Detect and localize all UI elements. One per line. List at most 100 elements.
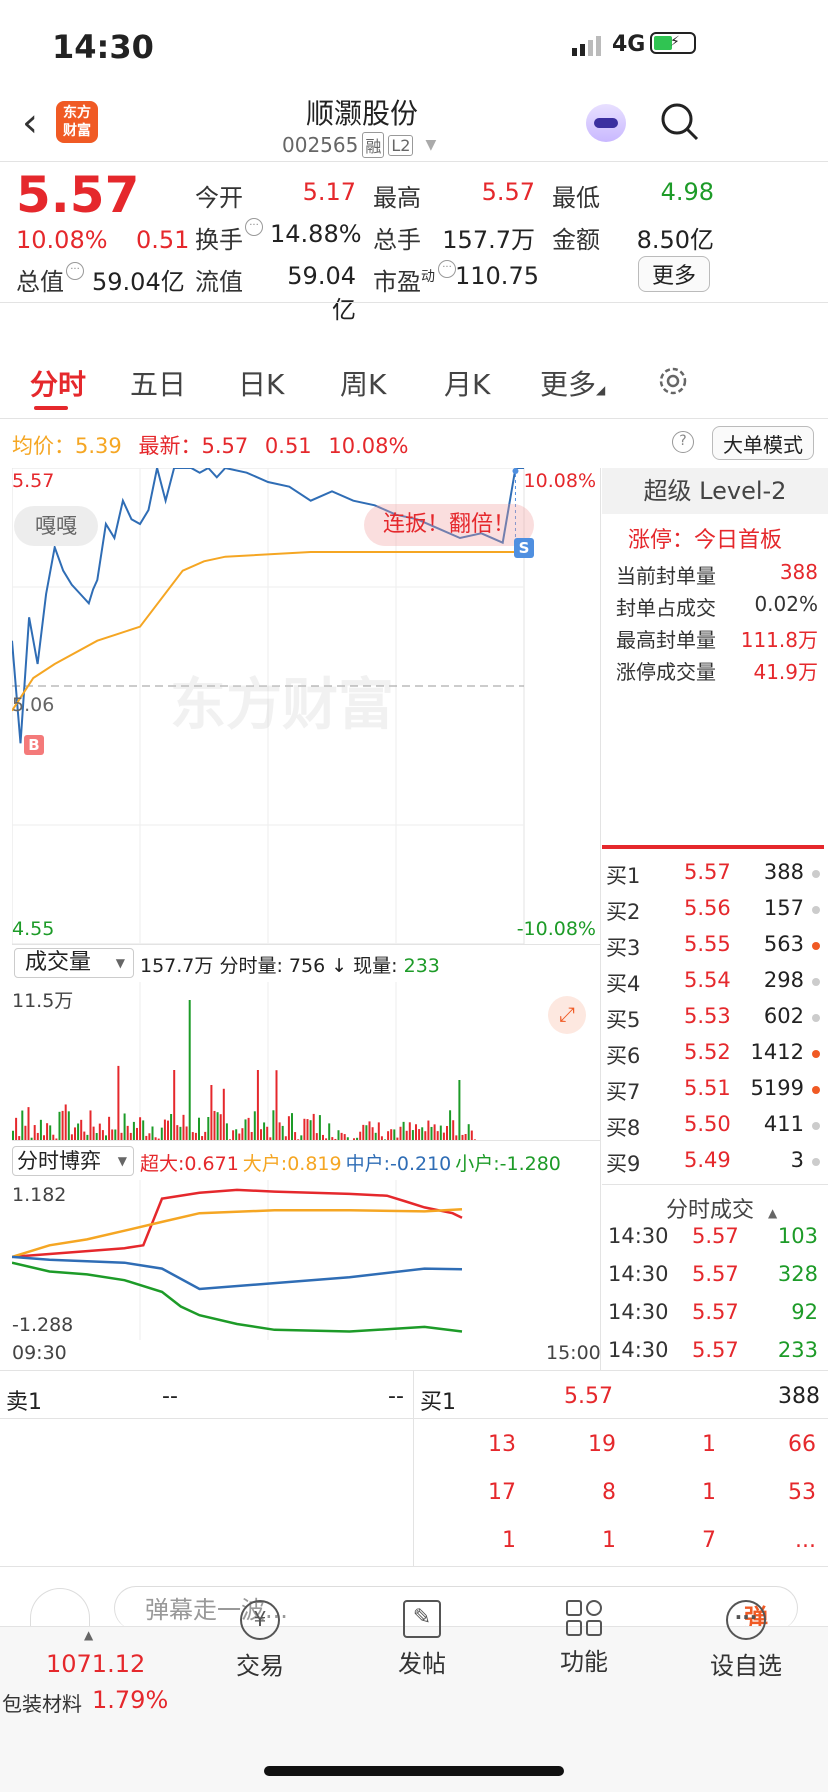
- level2-title[interactable]: 超级 Level-2: [602, 468, 828, 514]
- orderbook-level: 买9: [606, 1152, 641, 1176]
- limit-label: 涨停：: [628, 528, 695, 553]
- nav-trade[interactable]: ¥ 交易: [190, 1600, 330, 1681]
- danmu-list-icon[interactable]: [30, 1588, 90, 1628]
- tab-5day[interactable]: 五日: [130, 363, 186, 403]
- expand-icon[interactable]: ⤢: [548, 996, 586, 1034]
- time-end: 15:00: [546, 1342, 601, 1364]
- volume-label: 总手: [373, 226, 421, 254]
- volume-bar: [402, 1121, 405, 1140]
- avg-value: 5.39: [75, 434, 122, 458]
- flow-indicator-select[interactable]: 分时博弈 ▼: [12, 1146, 134, 1176]
- orderbook-price: 5.53: [684, 1004, 731, 1028]
- last-price: 5.57: [16, 166, 140, 224]
- orderbook-level: 买4: [606, 972, 641, 996]
- more-button[interactable]: 更多: [638, 256, 710, 292]
- volume-bar: [263, 1122, 266, 1140]
- low-value: 4.98: [660, 178, 714, 206]
- volume-chart[interactable]: [12, 982, 598, 1140]
- mktcap-value: 59.04亿: [92, 268, 185, 296]
- volume-bar: [415, 1124, 417, 1140]
- trade-time: 14:30: [608, 1262, 669, 1286]
- latest-chg: 0.51: [264, 434, 312, 458]
- fund-flow-chart[interactable]: [12, 1180, 598, 1340]
- orderbook-dot: [812, 1122, 820, 1130]
- level2-divider: [602, 845, 824, 849]
- volume-bar: [411, 1130, 414, 1140]
- info-icon[interactable]: ···: [66, 262, 84, 280]
- help-icon[interactable]: ?: [672, 431, 694, 453]
- orderbook-dot: [812, 978, 820, 986]
- orderbook-price: 5.57: [684, 860, 731, 884]
- tab-day-k[interactable]: 日K: [238, 363, 284, 403]
- nav-function[interactable]: 功能: [514, 1600, 654, 1677]
- volume-bar: [446, 1125, 448, 1140]
- queue-divider: [413, 1370, 414, 1566]
- big-order-mode-button[interactable]: 大单模式: [712, 426, 814, 460]
- trades-title[interactable]: 分时成交 ▲: [666, 1192, 777, 1224]
- orderbook-level: 买3: [606, 936, 641, 960]
- nav-add-watchlist[interactable]: ··· 设自选: [676, 1600, 816, 1681]
- sector-index-value[interactable]: 1071.12: [46, 1650, 145, 1678]
- flow-legend-item: 超大:0.671: [140, 1153, 239, 1175]
- orderbook-dot: [812, 1086, 820, 1094]
- tab-week-k[interactable]: 周K: [340, 363, 386, 403]
- volume-bar: [213, 1110, 216, 1140]
- volume-bar: [83, 1131, 86, 1140]
- buy-marker[interactable]: B: [24, 735, 44, 755]
- volume-bar: [436, 1131, 439, 1140]
- now-vol-label: 现量:: [353, 955, 398, 977]
- volume-bar: [111, 1129, 114, 1140]
- grid-icon: [566, 1600, 602, 1636]
- avg-label: 均价：: [12, 434, 75, 458]
- orderbook-dot: [812, 906, 820, 914]
- flow-legend-item: 中户:-0.210: [345, 1153, 452, 1175]
- volume-indicator-select[interactable]: 成交量 ▼: [14, 948, 134, 978]
- settings-gear-icon[interactable]: [656, 364, 690, 398]
- level2-row-value: 111.8万: [740, 628, 818, 652]
- stock-code-row[interactable]: 002565 融 L2 ▼: [282, 132, 436, 158]
- volume-bar: [191, 1132, 194, 1140]
- volume-bar: [439, 1125, 442, 1140]
- promo-banner[interactable]: 连扳！翻倍！: [364, 504, 534, 546]
- trade-time: 14:30: [608, 1338, 669, 1362]
- level2-row-value: 388: [779, 560, 818, 584]
- robot-assistant-icon[interactable]: [586, 104, 626, 142]
- info-icon[interactable]: ···: [245, 218, 263, 236]
- volume-bar: [449, 1110, 452, 1140]
- volume-bar: [467, 1124, 470, 1140]
- level2-row-label: 封单占成交: [616, 596, 716, 620]
- battery-icon: ⚡: [650, 32, 696, 54]
- volume-bar: [287, 1116, 290, 1140]
- orderbook-dot: [812, 1158, 820, 1166]
- volume-bar: [315, 1133, 318, 1140]
- more-dots-icon: ···: [726, 1600, 766, 1640]
- gaga-tag[interactable]: 嘎嘎: [14, 506, 98, 546]
- orderbook-dot: [812, 870, 820, 878]
- sector-name[interactable]: 包装材料: [2, 1688, 82, 1717]
- volume-bar: [250, 1131, 253, 1140]
- tab-month-k[interactable]: 月K: [444, 363, 490, 403]
- volume-bar: [15, 1117, 18, 1140]
- tab-fenshi[interactable]: 分时: [30, 363, 86, 403]
- pe-sup: 动: [421, 269, 435, 285]
- sell-marker[interactable]: S: [514, 538, 534, 558]
- volume-bar: [433, 1124, 436, 1140]
- nav-post[interactable]: ✎ 发帖: [352, 1600, 492, 1679]
- tab-more[interactable]: 更多◢: [540, 363, 605, 403]
- info-icon[interactable]: ···: [438, 260, 456, 278]
- volume-bar: [61, 1110, 64, 1140]
- search-icon[interactable]: [660, 102, 700, 142]
- chart-top-right: 10.08%: [523, 470, 596, 492]
- now-vol-value: 233: [403, 955, 440, 977]
- volume-bar: [291, 1113, 293, 1140]
- queue-cell: 66: [788, 1432, 816, 1457]
- orderbook-price: 5.54: [684, 968, 731, 992]
- volume-title: 成交量: [25, 950, 92, 975]
- queue-cell: 17: [488, 1480, 516, 1505]
- volume-bar: [27, 1107, 30, 1140]
- sector-pct[interactable]: 1.79%: [92, 1686, 168, 1714]
- volume-bar: [365, 1125, 368, 1140]
- home-indicator: [264, 1766, 564, 1776]
- volume-bar: [458, 1080, 461, 1140]
- volume-bar: [49, 1125, 52, 1140]
